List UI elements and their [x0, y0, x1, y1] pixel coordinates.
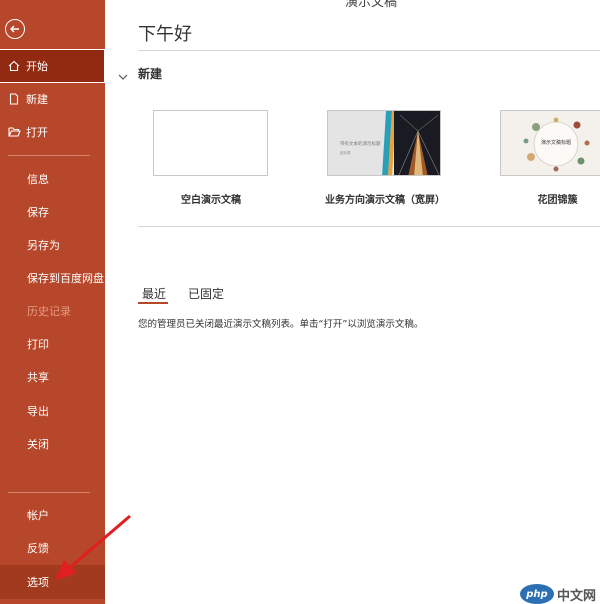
header-divider — [138, 50, 600, 51]
open-folder-icon — [7, 125, 21, 139]
back-arrow-icon — [10, 25, 19, 33]
nav-item-save[interactable]: 保存 — [0, 195, 105, 229]
nav-item-save-to-baidu[interactable]: 保存到百度网盘 — [0, 261, 105, 295]
window-title: 演示文稿 — [345, 0, 398, 10]
template-blank-label[interactable]: 空白演示文稿 — [145, 191, 277, 206]
watermark: php 中文网 — [519, 584, 596, 604]
nav-label-close: 关闭 — [27, 438, 49, 451]
nav-label-info: 信息 — [27, 173, 49, 186]
nav-label-history: 历史记录 — [27, 305, 71, 318]
template-floral-thumbnail[interactable]: 演示文稿标题 — [500, 110, 600, 176]
nav-item-share[interactable]: 共享 — [0, 360, 105, 394]
new-section-title: 新建 — [138, 67, 163, 81]
tab-pinned[interactable]: 已固定 — [188, 285, 224, 302]
nav-label-print: 打印 — [27, 338, 49, 351]
collapse-chevron-icon[interactable] — [118, 66, 128, 85]
new-document-icon — [7, 92, 21, 106]
php-logo: php — [519, 584, 554, 604]
nav-item-home[interactable]: 开始 — [0, 49, 105, 83]
section-divider — [138, 226, 600, 227]
nav-item-open[interactable]: 打开 — [0, 115, 105, 149]
page-title: 下午好 — [138, 24, 192, 45]
nav-label-new: 新建 — [26, 93, 48, 106]
nav-label-save-to-baidu: 保存到百度网盘 — [27, 272, 104, 285]
template-business-label[interactable]: 业务方向演示文稿（宽屏） — [310, 191, 460, 206]
template-business-preview-subtitle: 副标题 — [340, 151, 351, 155]
template-floral-preview-title: 演示文稿标题 — [541, 140, 572, 146]
nav-label-export: 导出 — [27, 405, 49, 418]
nav-label-share: 共享 — [27, 371, 49, 384]
nav-item-print[interactable]: 打印 — [0, 327, 105, 361]
nav-item-export[interactable]: 导出 — [0, 394, 105, 428]
nav-item-info[interactable]: 信息 — [0, 162, 105, 196]
nav-label-home: 开始 — [26, 60, 48, 73]
active-tab-indicator — [138, 302, 168, 304]
nav-item-new[interactable]: 新建 — [0, 82, 105, 116]
nav-label-save: 保存 — [27, 206, 49, 219]
template-business-preview-title: 带有文本的演示标题 — [340, 142, 381, 147]
template-blank-thumbnail[interactable] — [153, 110, 268, 176]
nav-item-save-as[interactable]: 另存为 — [0, 228, 105, 262]
nav-item-history: 历史记录 — [0, 294, 105, 328]
watermark-text: 中文网 — [556, 588, 596, 604]
sidebar-divider — [8, 492, 90, 493]
nav-label-save-as: 另存为 — [27, 239, 60, 252]
tab-recent[interactable]: 最近 — [142, 285, 166, 302]
back-button[interactable] — [5, 19, 25, 39]
nav-label-open: 打开 — [26, 126, 48, 139]
recent-list-message: 您的管理员已关闭最近演示文稿列表。单击“打开”以浏览演示文稿。 — [138, 319, 424, 330]
template-business-thumbnail[interactable]: 带有文本的演示标题 副标题 — [327, 110, 441, 176]
template-floral-label[interactable]: 花团锦簇 — [505, 191, 600, 206]
annotation-arrow — [55, 514, 131, 580]
home-icon — [7, 59, 21, 73]
nav-item-close[interactable]: 关闭 — [0, 427, 105, 461]
sidebar-divider — [8, 155, 90, 156]
backstage-main: 演示文稿 下午好 新建 空白演示文稿 带有文本的演示标题 副标题 业务方向演示文… — [105, 0, 600, 604]
